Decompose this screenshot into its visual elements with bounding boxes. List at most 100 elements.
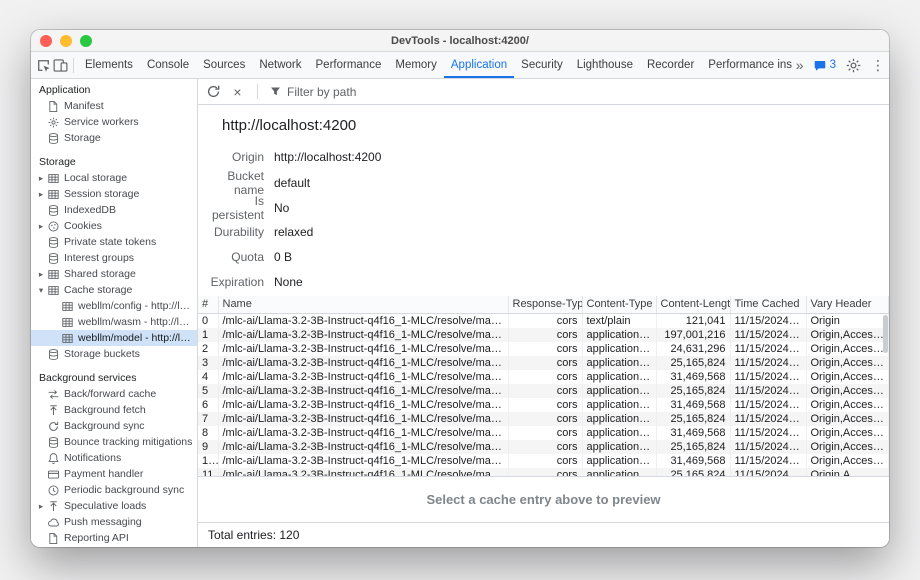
sidebar-item-background-sync[interactable]: Background sync: [31, 418, 197, 434]
tab-performance-insights[interactable]: Performance insights: [701, 52, 792, 78]
sidebar-item-storage[interactable]: Storage: [31, 130, 197, 146]
cache-entry-row[interactable]: 7/mlc-ai/Llama-3.2-3B-Instruct-q4f16_1-M…: [198, 412, 889, 426]
sidebar-item-private-state-tokens[interactable]: Private state tokens: [31, 234, 197, 250]
column-header-content-length[interactable]: Content-Length: [656, 296, 730, 313]
tab-label: Network: [259, 59, 301, 71]
sidebar-item-shared-storage[interactable]: ▸Shared storage: [31, 266, 197, 282]
sidebar-item-label: Reporting API: [64, 532, 132, 544]
tab-security[interactable]: Security: [514, 52, 570, 78]
tab-sources[interactable]: Sources: [196, 52, 252, 78]
origin-heading: http://localhost:4200: [222, 117, 889, 134]
cell-content-type: text/plain: [582, 313, 656, 328]
more-panels-button[interactable]: »: [796, 57, 804, 73]
tab-recorder[interactable]: Recorder: [640, 52, 701, 78]
cell-content-type: application/oc…: [582, 412, 656, 426]
cache-entry-row[interactable]: 0/mlc-ai/Llama-3.2-3B-Instruct-q4f16_1-M…: [198, 313, 889, 328]
column-header-vary-header[interactable]: Vary Header: [806, 296, 889, 313]
sidebar-item-storage-buckets[interactable]: Storage buckets: [31, 346, 197, 362]
sidebar-item-payment-handler[interactable]: Payment handler: [31, 466, 197, 482]
tree-expand-icon[interactable]: ▸: [35, 189, 47, 200]
cell-vary-header: Origin,Access…: [806, 384, 889, 398]
tab-application[interactable]: Application: [444, 52, 514, 78]
sidebar-item-session-storage[interactable]: ▸Session storage: [31, 186, 197, 202]
database-icon: [47, 252, 60, 265]
cache-entry-row[interactable]: 9/mlc-ai/Llama-3.2-3B-Instruct-q4f16_1-M…: [198, 440, 889, 454]
sidebar-item-cookies[interactable]: ▸ Cookies: [31, 218, 197, 234]
device-toolbar-icon[interactable]: [52, 57, 69, 74]
tab-performance[interactable]: Performance: [309, 52, 389, 78]
sidebar-item-local-storage[interactable]: ▸Local storage: [31, 170, 197, 186]
sidebar-item-interest-groups[interactable]: Interest groups: [31, 250, 197, 266]
document-icon: [47, 532, 60, 545]
sidebar-item-service-workers[interactable]: Service workers: [31, 114, 197, 130]
tab-memory[interactable]: Memory: [388, 52, 444, 78]
tree-expand-icon[interactable]: ▸: [35, 173, 47, 184]
sidebar-item-periodic-background-sync[interactable]: Periodic background sync: [31, 482, 197, 498]
tree-expand-icon[interactable]: ▸: [35, 501, 47, 512]
application-sidebar: ApplicationManifestService workersStorag…: [31, 79, 198, 547]
sidebar-item-speculative-loads[interactable]: ▸Speculative loads: [31, 498, 197, 514]
close-window-button[interactable]: [40, 35, 52, 47]
cache-entry-row[interactable]: 2/mlc-ai/Llama-3.2-3B-Instruct-q4f16_1-M…: [198, 342, 889, 356]
column-header-[interactable]: #: [198, 296, 218, 313]
tab-lighthouse[interactable]: Lighthouse: [570, 52, 640, 78]
cache-entry-row[interactable]: 10/mlc-ai/Llama-3.2-3B-Instruct-q4f16_1-…: [198, 454, 889, 468]
settings-gear-icon[interactable]: [845, 57, 862, 74]
inspect-element-icon[interactable]: [35, 57, 52, 74]
sidebar-item-label: webllm/model - http://loc…: [78, 332, 197, 344]
cell-: 1: [198, 328, 218, 342]
column-header-content-type[interactable]: Content-Type: [582, 296, 656, 313]
column-header-response-type[interactable]: Response-Type: [508, 296, 582, 313]
cache-entry-row[interactable]: 6/mlc-ai/Llama-3.2-3B-Instruct-q4f16_1-M…: [198, 398, 889, 412]
devtools-tabbar: ElementsConsoleSources Network Performance…: [31, 52, 889, 79]
sidebar-item-back-forward-cache[interactable]: Back/forward cache: [31, 386, 197, 402]
cache-entry-row[interactable]: 1/mlc-ai/Llama-3.2-3B-Instruct-q4f16_1-M…: [198, 328, 889, 342]
filter-by-path-input[interactable]: Filter by path: [269, 85, 356, 99]
zoom-window-button[interactable]: [80, 35, 92, 47]
cache-entry-row[interactable]: 11/mlc-ai/Llama-3.2-3B-Instruct-q4f16_1-…: [198, 468, 889, 478]
cell-content-length: 31,469,568: [656, 370, 730, 384]
tree-collapse-icon[interactable]: ▾: [35, 285, 47, 296]
sidebar-item-push-messaging[interactable]: Push messaging: [31, 514, 197, 530]
cell-vary-header: Origin,Access…: [806, 370, 889, 384]
column-header-time-cached[interactable]: Time Cached: [730, 296, 806, 313]
tree-expand-icon[interactable]: ▸: [35, 269, 47, 280]
cache-entry-row[interactable]: 8/mlc-ai/Llama-3.2-3B-Instruct-q4f16_1-M…: [198, 426, 889, 440]
cell-vary-header: Origin,Access…: [806, 426, 889, 440]
table-scrollbar[interactable]: [883, 315, 888, 353]
toolbar-separator: [73, 58, 74, 73]
cache-entry-row[interactable]: 3/mlc-ai/Llama-3.2-3B-Instruct-q4f16_1-M…: [198, 356, 889, 370]
cache-entry-row[interactable]: 5/mlc-ai/Llama-3.2-3B-Instruct-q4f16_1-M…: [198, 384, 889, 398]
refresh-icon[interactable]: [205, 83, 222, 100]
sidebar-item-label: Manifest: [64, 100, 107, 112]
tab-console[interactable]: Console: [140, 52, 196, 78]
sidebar-item-label: Back/forward cache: [64, 388, 159, 400]
cell-name: /mlc-ai/Llama-3.2-3B-Instruct-q4f16_1-ML…: [218, 468, 508, 478]
minimize-window-button[interactable]: [60, 35, 72, 47]
cell-: 10: [198, 454, 218, 468]
cell-response-type: cors: [508, 328, 582, 342]
delete-selected-icon[interactable]: ×: [229, 83, 246, 100]
sidebar-item-label: IndexedDB: [64, 204, 119, 216]
sidebar-item-label: Notifications: [64, 452, 124, 464]
sidebar-item-label: Cookies: [64, 220, 105, 232]
sidebar-item-bounce-tracking-mitigations[interactable]: Bounce tracking mitigations: [31, 434, 197, 450]
issues-counter-button[interactable]: 3: [813, 59, 836, 72]
sidebar-item-webllm-config-http-loc[interactable]: webllm/config - http://loc…: [31, 298, 197, 314]
kebab-menu-icon[interactable]: ⋮: [871, 57, 879, 74]
sidebar-item-label: Service workers: [64, 116, 142, 128]
sidebar-item-manifest[interactable]: Manifest: [31, 98, 197, 114]
cache-entry-row[interactable]: 4/mlc-ai/Llama-3.2-3B-Instruct-q4f16_1-M…: [198, 370, 889, 384]
sidebar-item-indexeddb[interactable]: IndexedDB: [31, 202, 197, 218]
sidebar-item-reporting-api[interactable]: Reporting API: [31, 530, 197, 546]
sidebar-item-webllm-wasm-http-loca[interactable]: webllm/wasm - http://loca…: [31, 314, 197, 330]
tab-elements[interactable]: Elements: [78, 52, 140, 78]
sidebar-item-cache-storage[interactable]: ▾Cache storage: [31, 282, 197, 298]
tab-network[interactable]: Network: [252, 52, 308, 78]
tree-expand-icon[interactable]: ▸: [35, 221, 47, 232]
sidebar-item-notifications[interactable]: Notifications: [31, 450, 197, 466]
sidebar-item-webllm-model-http-loc[interactable]: webllm/model - http://loc…: [31, 330, 197, 346]
column-header-name[interactable]: Name: [218, 296, 508, 313]
cell-vary-header: Origin,Access…: [806, 356, 889, 370]
sidebar-item-background-fetch[interactable]: Background fetch: [31, 402, 197, 418]
